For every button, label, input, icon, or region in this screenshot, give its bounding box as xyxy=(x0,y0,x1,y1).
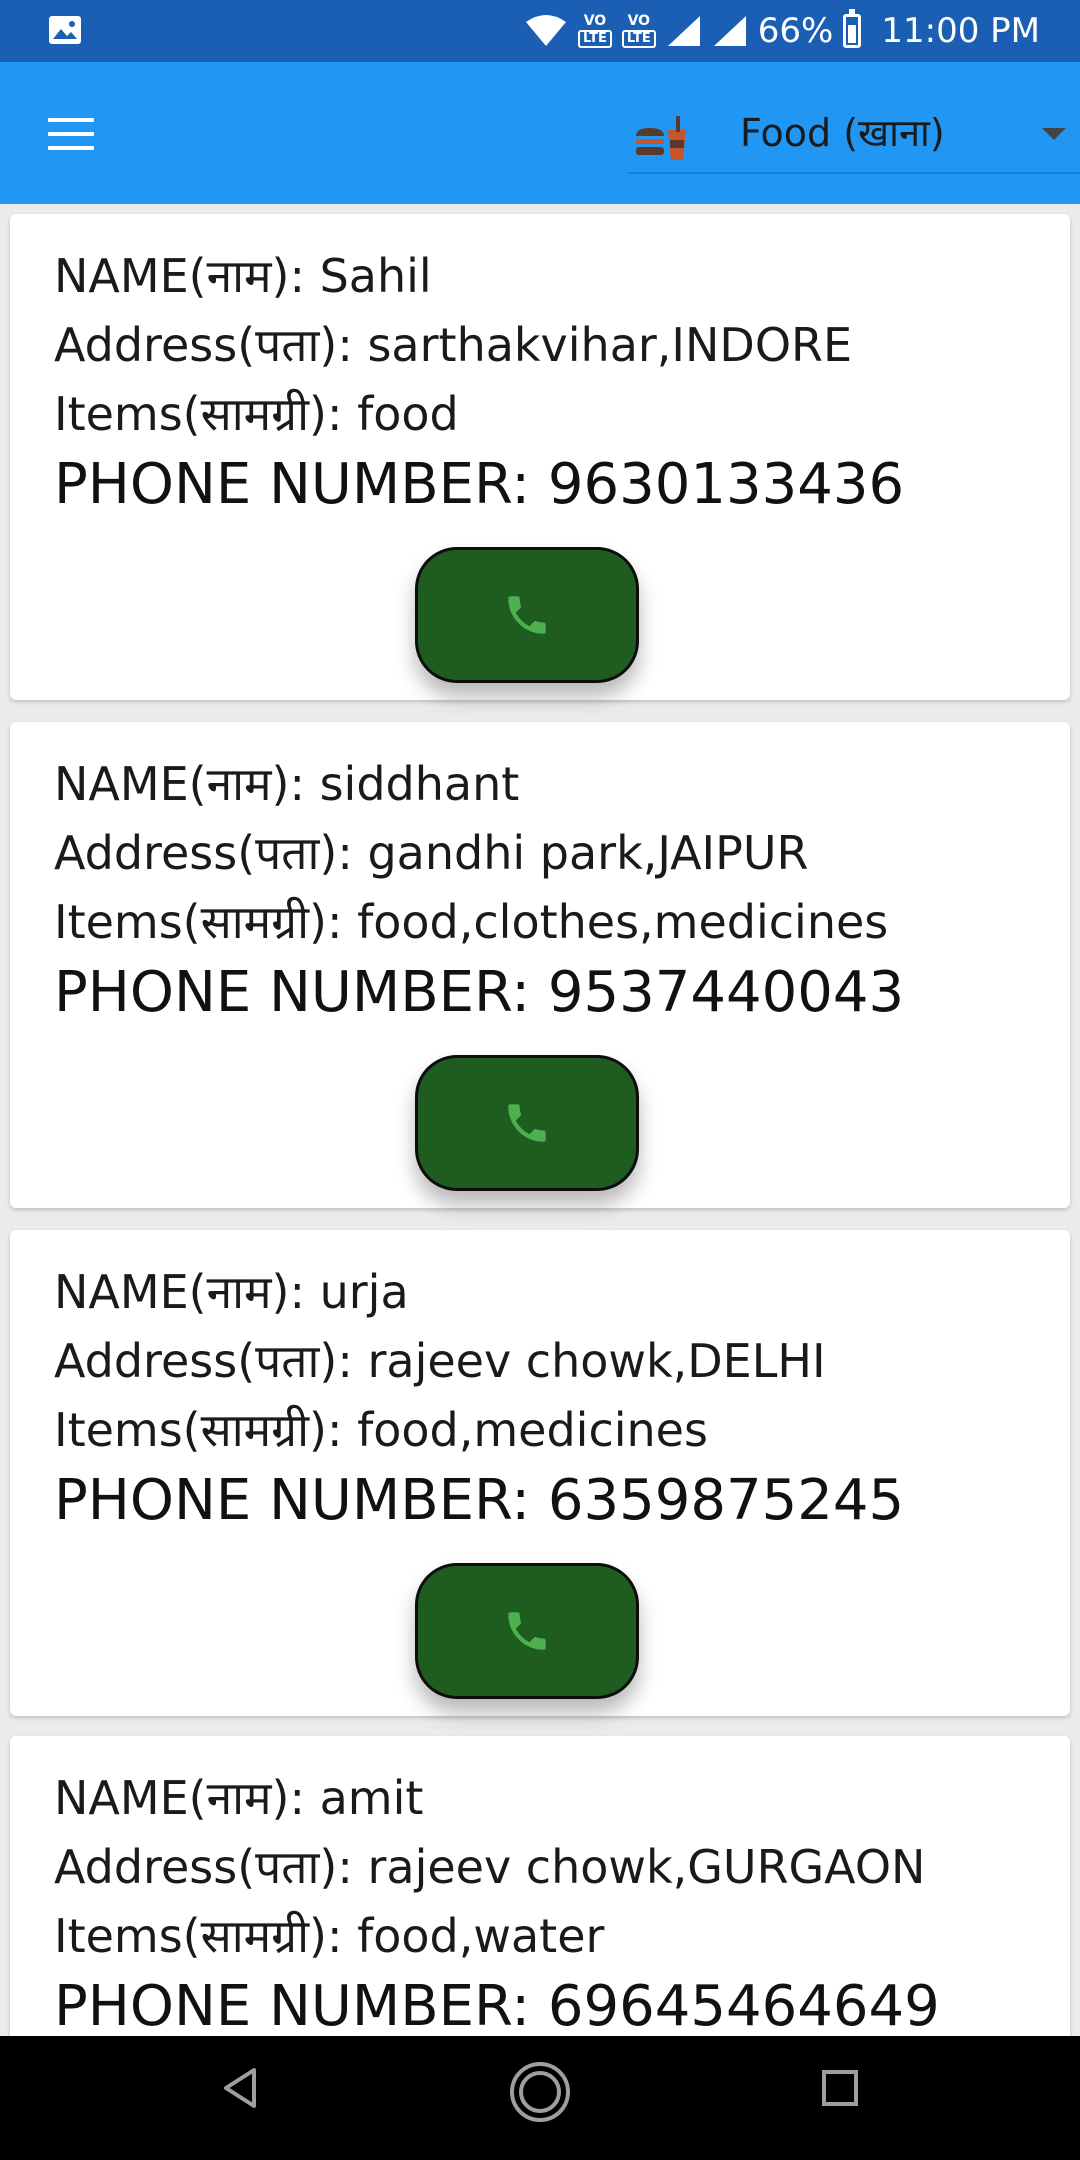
status-time: 11:00 PM xyxy=(881,11,1040,51)
donor-items: Items(सामग्री): food,medicines xyxy=(54,1403,708,1457)
hamburger-menu-icon[interactable] xyxy=(48,118,94,152)
donor-phone: PHONE NUMBER: 9537440043 xyxy=(54,960,905,1025)
chevron-down-icon xyxy=(1042,128,1066,140)
wifi-icon xyxy=(526,15,566,46)
donor-address: Address(पता): sarthakvihar,INDORE xyxy=(54,318,853,372)
status-indicators: VO LTE VO LTE 66% 11:00 PM xyxy=(524,0,1040,62)
category-selected-label: Food (खाना) xyxy=(740,111,945,155)
phone-icon xyxy=(508,1104,546,1142)
call-button[interactable] xyxy=(415,1563,639,1699)
donor-name: NAME(नाम): Sahil xyxy=(54,249,432,303)
donor-items: Items(सामग्री): food xyxy=(54,387,459,441)
donor-card: NAME(नाम): Sahil Address(पता): sarthakvi… xyxy=(10,214,1070,700)
donor-name: NAME(नाम): urja xyxy=(54,1265,409,1319)
donor-items: Items(सामग्री): food,water xyxy=(54,1909,605,1963)
donor-phone: PHONE NUMBER: 69645464649 xyxy=(54,1974,940,2036)
donor-address: Address(पता): rajeev chowk,DELHI xyxy=(54,1334,826,1388)
volte-indicator-1: VO LTE xyxy=(578,14,612,48)
volte-label: VO xyxy=(627,13,651,29)
category-dropdown[interactable]: Food (खाना) xyxy=(628,100,1080,174)
volte-label: VO xyxy=(583,13,607,29)
donor-address: Address(पता): rajeev chowk,GURGAON xyxy=(54,1840,926,1894)
call-button[interactable] xyxy=(415,1055,639,1191)
call-button[interactable] xyxy=(415,547,639,683)
signal-icon xyxy=(713,16,746,46)
donor-name: NAME(नाम): amit xyxy=(54,1771,424,1825)
donor-name: NAME(नाम): siddhant xyxy=(54,757,520,811)
back-triangle-icon[interactable] xyxy=(220,2066,260,2110)
status-bar: VO LTE VO LTE 66% 11:00 PM xyxy=(0,0,1080,62)
donor-address: Address(पता): gandhi park,JAIPUR xyxy=(54,826,809,880)
donor-list: NAME(नाम): Sahil Address(पता): sarthakvi… xyxy=(0,204,1080,2036)
donor-card: NAME(नाम): siddhant Address(पता): gandhi… xyxy=(10,722,1070,1208)
donor-items: Items(सामग्री): food,clothes,medicines xyxy=(54,895,889,949)
donor-phone: PHONE NUMBER: 9630133436 xyxy=(54,452,905,517)
donor-card: NAME(नाम): urja Address(पता): rajeev cho… xyxy=(10,1230,1070,1716)
volte-indicator-2: VO LTE xyxy=(621,13,656,48)
lte-label: LTE xyxy=(621,30,656,48)
donor-phone: PHONE NUMBER: 6359875245 xyxy=(54,1468,905,1533)
system-nav-bar xyxy=(0,2036,1080,2160)
phone-icon xyxy=(508,1612,546,1650)
signal-icon xyxy=(667,16,700,46)
recents-square-icon[interactable] xyxy=(820,2068,860,2108)
donor-card: NAME(नाम): amit Address(पता): rajeev cho… xyxy=(10,1736,1070,2036)
app-bar: Food (खाना) xyxy=(0,62,1080,204)
battery-percent: 66% xyxy=(757,11,834,51)
home-circle-icon[interactable] xyxy=(508,2060,572,2124)
image-notification-icon xyxy=(49,16,81,44)
phone-icon xyxy=(508,596,546,634)
lte-label: LTE xyxy=(578,30,612,48)
battery-icon xyxy=(843,9,862,48)
food-drink-icon xyxy=(636,116,686,160)
